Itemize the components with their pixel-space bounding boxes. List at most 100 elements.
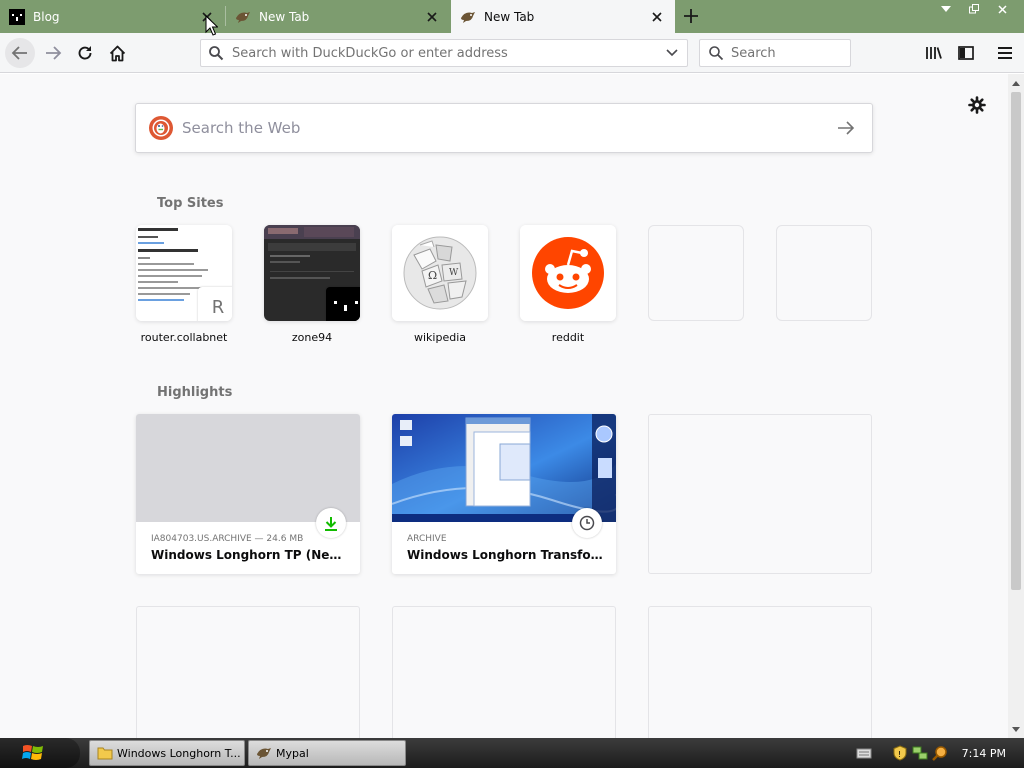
card-title: Windows Longhorn TP (New).zip — [151, 548, 351, 562]
tab-new-tab-active[interactable]: New Tab — [451, 0, 675, 33]
forward-button[interactable] — [38, 38, 68, 68]
library-button[interactable] — [919, 38, 949, 68]
folder-icon — [97, 747, 113, 760]
close-tab-icon[interactable] — [649, 9, 665, 25]
forward-arrow-icon — [46, 46, 62, 60]
top-site-router-collabnet[interactable]: R router.collabnet — [136, 225, 232, 344]
caret-up-icon — [1012, 80, 1020, 86]
address-input[interactable] — [232, 45, 660, 61]
home-button[interactable] — [102, 38, 132, 68]
tab-title: New Tab — [259, 9, 310, 24]
mypal-icon — [257, 748, 271, 759]
start-button[interactable] — [0, 738, 80, 768]
card-context: IA804703.US.ARCHIVE — 24.6 MB — [151, 534, 304, 544]
search-icon — [209, 46, 224, 61]
clock-icon — [579, 515, 595, 531]
scroll-down-button[interactable] — [1011, 724, 1021, 734]
close-icon — [997, 4, 1007, 14]
url-dropdown-button[interactable] — [660, 40, 684, 66]
search-icon — [709, 46, 724, 61]
top-site-label: router.collabnet — [140, 331, 228, 344]
top-site-tile[interactable]: R — [136, 225, 232, 321]
vertical-scrollbar[interactable] — [1008, 74, 1024, 738]
top-site-tile[interactable] — [264, 225, 360, 321]
top-site-zone94[interactable]: zone94 — [264, 225, 360, 344]
sidebar-button[interactable] — [951, 38, 981, 68]
tab-title: New Tab — [484, 9, 535, 24]
chevron-down-icon — [666, 49, 678, 57]
search-tray-icon[interactable] — [931, 745, 948, 761]
card-preview-screenshot — [392, 414, 616, 522]
site-initial: R — [211, 296, 225, 318]
highlight-empty-slot — [392, 606, 616, 738]
top-site-tile[interactable]: Ω W — [392, 225, 488, 321]
url-bar[interactable] — [200, 39, 688, 67]
keyboard-icon[interactable] — [856, 745, 872, 761]
system-tray: ! 7:14 PM — [856, 738, 1024, 768]
minimize-button[interactable] — [932, 0, 960, 18]
reddit-logo-icon — [520, 225, 616, 321]
back-arrow-icon — [11, 46, 27, 60]
network-icon[interactable] — [912, 745, 928, 761]
svg-text:!: ! — [898, 750, 901, 759]
search-submit-button[interactable] — [826, 108, 866, 148]
longhorn-desktop-screenshot — [392, 414, 616, 522]
scroll-up-button[interactable] — [1011, 78, 1021, 88]
taskbar-item-mypal[interactable]: Mypal — [248, 740, 406, 766]
window-controls — [932, 0, 1016, 18]
mouse-cursor-icon — [205, 15, 218, 36]
new-tab-page: Top Sites R router.collabnet — [0, 74, 1008, 738]
mypal-favicon-icon — [236, 11, 250, 23]
card-context: ARCHIVE — [407, 534, 447, 544]
close-window-button[interactable] — [988, 0, 1016, 18]
navigation-toolbar — [0, 33, 1024, 73]
windows-logo-icon — [22, 745, 43, 760]
top-site-label: zone94 — [291, 331, 333, 344]
top-site-reddit[interactable]: reddit — [520, 225, 616, 344]
top-site-empty-slot — [776, 225, 872, 331]
taskbar-item-label: Windows Longhorn T... — [117, 746, 241, 760]
site-favicon-badge — [326, 287, 360, 321]
new-tab-button[interactable] — [678, 4, 704, 28]
highlight-card-download[interactable]: IA804703.US.ARCHIVE — 24.6 MB Windows Lo… — [136, 414, 360, 574]
duckduckgo-logo-icon — [149, 116, 173, 140]
customize-button[interactable] — [966, 94, 988, 116]
library-icon — [926, 47, 942, 59]
top-site-tile[interactable] — [520, 225, 616, 321]
top-site-label: wikipedia — [413, 331, 466, 344]
reload-icon — [78, 46, 92, 60]
download-icon — [325, 516, 337, 531]
download-type-badge — [316, 508, 346, 538]
top-sites-heading: Top Sites — [157, 196, 224, 211]
taskbar-item-explorer[interactable]: Windows Longhorn T... — [89, 740, 245, 766]
restore-icon — [969, 4, 979, 14]
tab-new-tab-1[interactable]: New Tab — [226, 0, 450, 33]
close-tab-icon[interactable] — [424, 9, 440, 25]
gear-icon — [968, 96, 986, 114]
search-bar[interactable] — [699, 39, 851, 67]
mypal-favicon-icon — [461, 11, 475, 23]
web-search-input[interactable] — [182, 119, 826, 137]
menu-button[interactable] — [990, 38, 1020, 68]
top-site-wikipedia[interactable]: Ω W wikipedia — [392, 225, 488, 344]
back-button[interactable] — [5, 38, 35, 68]
minimize-icon — [941, 6, 951, 12]
zone94-favicon-icon — [329, 290, 360, 321]
highlight-card-history[interactable]: ARCHIVE Windows Longhorn Transformat... — [392, 414, 616, 574]
clock[interactable]: 7:14 PM — [962, 747, 1006, 760]
card-title: Windows Longhorn Transformat... — [407, 548, 607, 562]
scrollbar-thumb[interactable] — [1011, 92, 1021, 590]
taskbar-item-label: Mypal — [276, 746, 309, 760]
search-input[interactable] — [731, 45, 841, 61]
top-site-empty-slot — [648, 225, 744, 331]
security-shield-icon[interactable]: ! — [892, 745, 908, 761]
restore-button[interactable] — [960, 0, 988, 18]
highlight-empty-slot — [648, 606, 872, 738]
empty-tile-placeholder — [776, 225, 872, 321]
caret-down-icon — [1012, 726, 1020, 732]
tab-blog[interactable]: Blog — [0, 0, 225, 33]
card-preview-placeholder — [136, 414, 360, 522]
reload-button[interactable] — [70, 38, 100, 68]
plus-icon — [684, 9, 698, 23]
web-search-box[interactable] — [135, 103, 873, 153]
